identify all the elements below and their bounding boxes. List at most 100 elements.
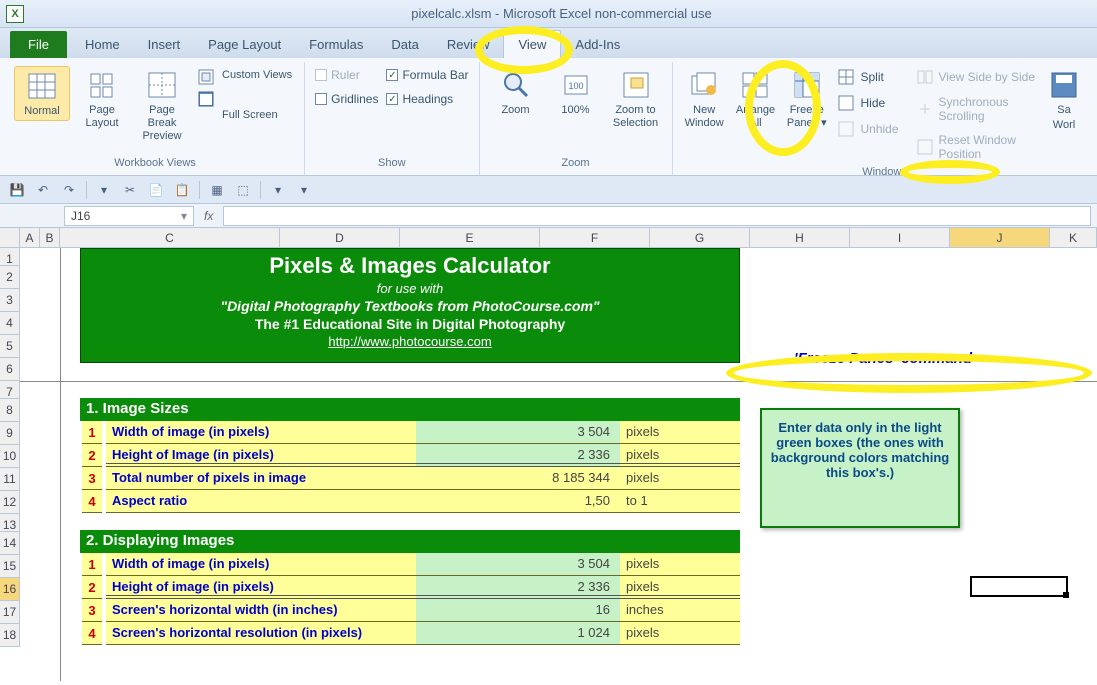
cells-area[interactable]: Pixels & Images Calculator for use with … xyxy=(20,248,1097,678)
tab-page-layout[interactable]: Page Layout xyxy=(194,31,295,58)
s2r1-d: Width of image (in pixels) xyxy=(106,553,416,576)
tab-formulas[interactable]: Formulas xyxy=(295,31,377,58)
row-18[interactable]: 18 xyxy=(0,624,20,647)
row-4[interactable]: 4 xyxy=(0,312,20,335)
row-5[interactable]: 5 xyxy=(0,335,20,358)
s1r1-v[interactable]: 3 504 xyxy=(416,421,620,444)
tab-home[interactable]: Home xyxy=(71,31,134,58)
full-screen-button[interactable] xyxy=(196,90,216,108)
page-layout-button[interactable]: Page Layout xyxy=(74,66,130,132)
view-side-by-side-button[interactable]: View Side by Side xyxy=(915,68,1038,86)
s2r1-n: 1 xyxy=(82,553,102,576)
row-11[interactable]: 11 xyxy=(0,468,20,491)
row-13[interactable]: 13 xyxy=(0,514,20,532)
group-zoom-label: Zoom xyxy=(488,155,664,173)
col-E[interactable]: E xyxy=(400,228,540,247)
row-6[interactable]: 6 xyxy=(0,358,20,381)
col-D[interactable]: D xyxy=(280,228,400,247)
qat-cut-icon[interactable]: ✂ xyxy=(121,181,139,199)
s2r3-u: inches xyxy=(620,599,740,622)
unhide-button[interactable]: Unhide xyxy=(836,120,900,138)
col-H[interactable]: H xyxy=(750,228,850,247)
qat-paste-icon[interactable]: 📋 xyxy=(173,181,191,199)
custom-views-icon xyxy=(198,69,214,85)
qat-btn1-icon[interactable]: ▾ xyxy=(95,181,113,199)
formula-bar-checkbox[interactable]: ✓Formula Bar xyxy=(386,68,468,82)
freeze-panes-annotation: 'Freeze Panes' command xyxy=(794,350,972,367)
group-window: New Window Arrange All Freeze Panes ▾ Sp… xyxy=(673,62,1092,175)
tab-review[interactable]: Review xyxy=(433,31,504,58)
qat-undo-icon[interactable]: ↶ xyxy=(34,181,52,199)
col-G[interactable]: G xyxy=(650,228,750,247)
qat-x-icon[interactable]: ▾ xyxy=(269,181,287,199)
worksheet[interactable]: A B C D E F G H I J K 1 2 3 4 5 6 7 8 9 … xyxy=(0,228,1097,685)
save-workspace-button[interactable]: Sa Worl xyxy=(1045,66,1083,134)
s2r2-v[interactable]: 2 336 xyxy=(416,576,620,599)
tab-view[interactable]: View xyxy=(503,30,561,58)
qat-border-icon[interactable]: ▦ xyxy=(208,181,226,199)
s1r2-n: 2 xyxy=(82,444,102,467)
qat-merge-icon[interactable]: ⬚ xyxy=(234,181,252,199)
normal-button[interactable]: Normal xyxy=(14,66,70,121)
s2r3-v[interactable]: 16 xyxy=(416,599,620,622)
gridlines-checkbox[interactable]: Gridlines xyxy=(315,92,378,106)
zoom-100-icon: 100 xyxy=(559,68,593,102)
ruler-checkbox[interactable]: Ruler xyxy=(315,68,360,82)
zoom-button[interactable]: Zoom xyxy=(488,66,544,119)
arrange-all-button[interactable]: Arrange All xyxy=(732,66,779,132)
tab-insert[interactable]: Insert xyxy=(134,31,195,58)
row-3[interactable]: 3 xyxy=(0,289,20,312)
name-box[interactable]: J16▾ xyxy=(64,206,194,226)
col-A[interactable]: A xyxy=(20,228,40,247)
row-15[interactable]: 15 xyxy=(0,555,20,578)
freeze-horizontal-line xyxy=(20,381,1097,382)
s2r3-n: 3 xyxy=(82,599,102,622)
row-7[interactable]: 7 xyxy=(0,381,20,399)
fx-icon[interactable]: fx xyxy=(204,209,213,223)
qat-copy-icon[interactable]: 📄 xyxy=(147,181,165,199)
row-14[interactable]: 14 xyxy=(0,532,20,555)
col-J[interactable]: J xyxy=(950,228,1050,247)
s2r1-v[interactable]: 3 504 xyxy=(416,553,620,576)
group-workbook-views-label: Workbook Views xyxy=(14,155,296,173)
tab-addins[interactable]: Add-Ins xyxy=(561,31,634,58)
row-8[interactable]: 8 xyxy=(0,399,20,422)
row-10[interactable]: 10 xyxy=(0,445,20,468)
s2r4-v[interactable]: 1 024 xyxy=(416,622,620,645)
qat-y-icon[interactable]: ▾ xyxy=(295,181,313,199)
headings-checkbox[interactable]: ✓Headings xyxy=(386,92,453,106)
s1r3-n: 3 xyxy=(82,467,102,490)
s1r3-u: pixels xyxy=(620,467,740,490)
new-window-button[interactable]: New Window xyxy=(681,66,728,132)
formula-input[interactable] xyxy=(223,206,1091,226)
banner-link[interactable]: http://www.photocourse.com xyxy=(81,334,739,349)
col-I[interactable]: I xyxy=(850,228,950,247)
col-F[interactable]: F xyxy=(540,228,650,247)
row-1[interactable]: 1 xyxy=(0,248,20,266)
qat-redo-icon[interactable]: ↷ xyxy=(60,181,78,199)
row-16[interactable]: 16 xyxy=(0,578,20,601)
hide-button[interactable]: Hide xyxy=(836,94,887,112)
row-2[interactable]: 2 xyxy=(0,266,20,289)
row-9[interactable]: 9 xyxy=(0,422,20,445)
split-button[interactable]: Split xyxy=(836,68,885,86)
view-side-by-side-icon xyxy=(917,69,933,85)
custom-views-button[interactable] xyxy=(196,68,216,86)
zoom-to-selection-button[interactable]: Zoom to Selection xyxy=(608,66,664,132)
reset-window-position-button[interactable]: Reset Window Position xyxy=(915,132,1039,162)
s1r4-u: to 1 xyxy=(620,490,740,513)
col-C[interactable]: C xyxy=(60,228,280,247)
tab-data[interactable]: Data xyxy=(377,31,432,58)
col-B[interactable]: B xyxy=(40,228,60,247)
row-17[interactable]: 17 xyxy=(0,601,20,624)
qat-save-icon[interactable]: 💾 xyxy=(8,181,26,199)
tab-file[interactable]: File xyxy=(10,31,67,58)
zoom-100-button[interactable]: 100 100% xyxy=(548,66,604,119)
s1r2-v[interactable]: 2 336 xyxy=(416,444,620,467)
freeze-panes-button[interactable]: Freeze Panes ▾ xyxy=(783,66,830,132)
excel-icon: X xyxy=(6,5,24,23)
sync-scrolling-button[interactable]: Synchronous Scrolling xyxy=(915,94,1039,124)
col-K[interactable]: K xyxy=(1050,228,1097,247)
row-12[interactable]: 12 xyxy=(0,491,20,514)
page-break-button[interactable]: Page Break Preview xyxy=(134,66,190,146)
